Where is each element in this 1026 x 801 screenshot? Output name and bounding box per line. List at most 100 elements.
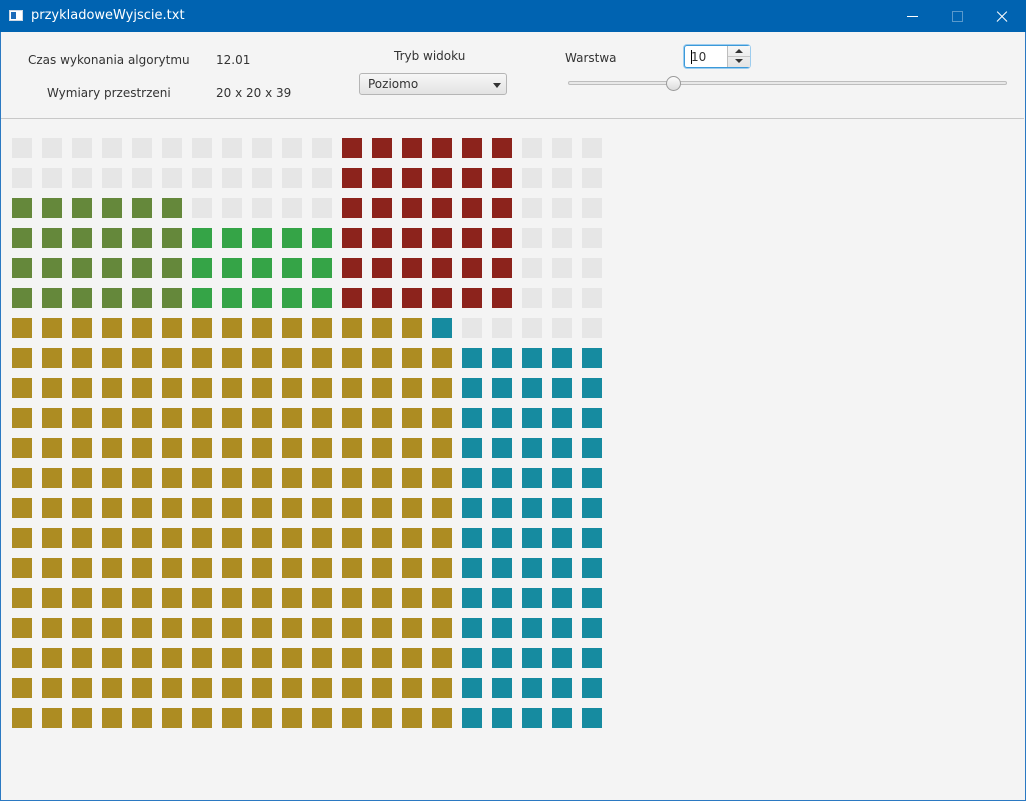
text-caret: [691, 50, 692, 64]
layer-slider[interactable]: [568, 76, 1007, 92]
grid-cell-empty: [552, 228, 572, 248]
grid-cell-red: [402, 258, 422, 278]
grid-cell-gold: [162, 318, 182, 338]
grid-cell-olive: [72, 198, 92, 218]
grid-cell-teal: [552, 408, 572, 428]
grid-cell-gold: [222, 468, 242, 488]
grid-cell-teal: [492, 468, 512, 488]
grid-cell-gold: [402, 618, 422, 638]
grid-cell-red: [402, 288, 422, 308]
grid-cell-red: [402, 138, 422, 158]
view-mode-dropdown[interactable]: Poziomo: [359, 73, 507, 95]
grid-cell-empty: [522, 288, 542, 308]
grid-cell-gold: [372, 438, 392, 458]
grid-cell-green: [222, 288, 242, 308]
grid-cell-gold: [42, 588, 62, 608]
grid-cell-teal: [462, 408, 482, 428]
spinner-up-button[interactable]: [728, 46, 750, 57]
grid-cell-teal: [522, 528, 542, 548]
grid-cell-red: [492, 198, 512, 218]
app-window-icon: [9, 10, 23, 21]
grid-cell-gold: [372, 558, 392, 578]
close-button[interactable]: [978, 0, 1024, 32]
grid-cell-gold: [42, 438, 62, 458]
grid-cell-gold: [42, 708, 62, 728]
grid-cell-teal: [522, 438, 542, 458]
grid-cell-gold: [402, 558, 422, 578]
grid-cell-olive: [12, 258, 32, 278]
grid-cell-empty: [192, 138, 212, 158]
grid-cell-teal: [582, 438, 602, 458]
grid-cell-gold: [312, 318, 332, 338]
grid-cell-gold: [222, 498, 242, 518]
slider-track[interactable]: [568, 81, 1007, 85]
spinner-down-button[interactable]: [728, 57, 750, 67]
grid-cell-teal: [492, 678, 512, 698]
grid-cell-teal: [522, 378, 542, 398]
layer-spinner[interactable]: 10: [684, 45, 750, 68]
grid-cell-empty: [552, 258, 572, 278]
grid-cell-gold: [252, 648, 272, 668]
grid-cell-teal: [552, 528, 572, 548]
grid-cell-empty: [522, 318, 542, 338]
grid-cell-gold: [72, 618, 92, 638]
grid-cell-gold: [342, 468, 362, 488]
grid-cell-empty: [222, 168, 242, 188]
grid-cell-teal: [582, 528, 602, 548]
grid-cell-gold: [132, 348, 152, 368]
grid-cell-olive: [72, 288, 92, 308]
grid-cell-olive: [12, 228, 32, 248]
grid-cell-red: [342, 258, 362, 278]
grid-cell-red: [492, 168, 512, 188]
grid-cell-teal: [462, 588, 482, 608]
grid-cell-gold: [102, 708, 122, 728]
grid-cell-gold: [372, 678, 392, 698]
grid-cell-gold: [312, 498, 332, 518]
grid-cell-gold: [222, 438, 242, 458]
grid-cell-gold: [12, 408, 32, 428]
grid-cell-gold: [222, 378, 242, 398]
grid-cell-olive: [42, 258, 62, 278]
grid-cell-teal: [552, 708, 572, 728]
slider-thumb[interactable]: [666, 76, 682, 91]
grid-cell-gold: [72, 378, 92, 398]
window-border-left: [0, 32, 1, 801]
grid-cell-gold: [252, 468, 272, 488]
grid-cell-gold: [72, 588, 92, 608]
grid-cell-empty: [582, 198, 602, 218]
grid-cell-gold: [162, 378, 182, 398]
grid-cell-gold: [342, 378, 362, 398]
grid-cell-gold: [102, 438, 122, 458]
grid-cell-empty: [462, 318, 482, 338]
grid-cell-green: [222, 258, 242, 278]
grid-cell-gold: [282, 528, 302, 548]
grid-cell-gold: [372, 378, 392, 398]
grid-cell-empty: [42, 138, 62, 158]
grid-cell-gold: [162, 648, 182, 668]
grid-cell-gold: [342, 558, 362, 578]
grid-cell-green: [282, 258, 302, 278]
grid-cell-gold: [432, 468, 452, 488]
maximize-button[interactable]: [934, 0, 980, 32]
grid-cell-teal: [462, 498, 482, 518]
chevron-down-icon: [493, 83, 501, 88]
grid-cell-teal: [522, 408, 542, 428]
grid-cell-teal: [582, 558, 602, 578]
grid-cell-empty: [282, 138, 302, 158]
grid-cell-gold: [342, 318, 362, 338]
grid-cell-olive: [42, 228, 62, 248]
grid-cell-olive: [132, 198, 152, 218]
grid-cell-empty: [522, 138, 542, 158]
grid-cell-teal: [432, 318, 452, 338]
grid-cell-teal: [522, 618, 542, 638]
layer-spinner-value[interactable]: 10: [691, 50, 706, 64]
grid-cell-gold: [192, 558, 212, 578]
grid-cell-gold: [252, 408, 272, 428]
view-mode-label: Tryb widoku: [394, 49, 466, 63]
grid-cell-teal: [492, 528, 512, 548]
grid-cell-red: [342, 138, 362, 158]
grid-cell-empty: [552, 288, 572, 308]
minimize-button[interactable]: [890, 0, 936, 32]
grid-cell-gold: [312, 528, 332, 548]
grid-cell-teal: [522, 468, 542, 488]
